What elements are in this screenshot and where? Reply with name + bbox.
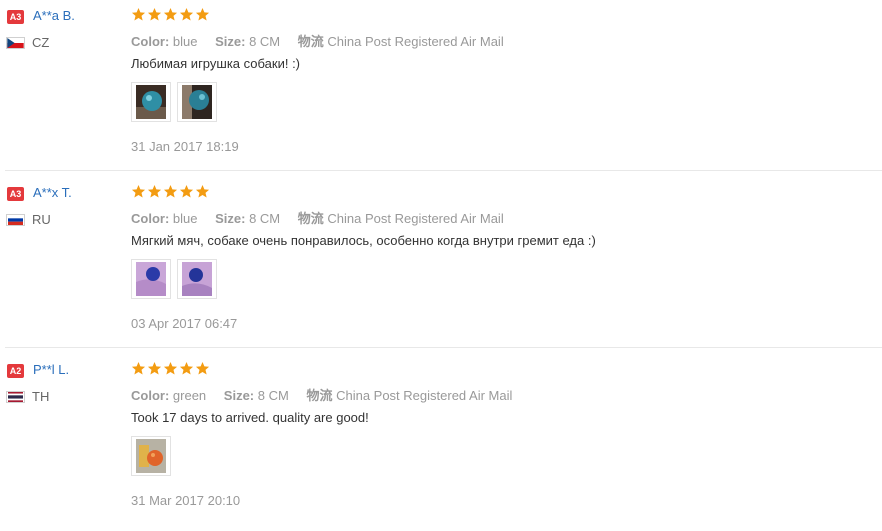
review-item: A3 A**x T. RU Color: blue Size: 8 CM 物流 … — [0, 177, 882, 354]
review-item: A2 P**l L. TH Color: green Size: 8 CM 物流… — [0, 354, 882, 531]
color-label: Color: — [131, 211, 170, 226]
review-photo-thumbnail[interactable] — [131, 82, 171, 122]
order-attributes: Color: blue Size: 8 CM 物流 China Post Reg… — [131, 31, 518, 50]
star-icon — [131, 184, 146, 198]
review-date: 03 Apr 2017 06:47 — [131, 316, 238, 331]
star-icon — [147, 184, 162, 198]
star-icon — [195, 7, 210, 21]
shipping-label: 物流 — [297, 211, 324, 226]
russia-flag-icon — [6, 214, 25, 226]
review-text: Took 17 days to arrived. quality are goo… — [131, 410, 369, 425]
order-attributes: Color: green Size: 8 CM 物流 China Post Re… — [131, 385, 526, 404]
color-value: blue — [172, 211, 198, 226]
review-divider — [5, 170, 882, 171]
size-label: Size: — [223, 388, 255, 403]
thailand-flag-icon — [6, 391, 25, 403]
color-label: Color: — [131, 388, 170, 403]
size-label: Size: — [215, 34, 246, 49]
review-date: 31 Mar 2017 20:10 — [131, 493, 241, 508]
star-rating — [131, 184, 210, 202]
review-photo-thumbnail[interactable] — [177, 259, 217, 299]
reviewer-country: CZ — [32, 35, 50, 50]
review-photos — [131, 436, 171, 476]
star-icon — [179, 184, 194, 198]
star-icon — [163, 7, 178, 21]
shipping-value: China Post Registered Air Mail — [336, 388, 513, 403]
star-icon — [131, 7, 146, 21]
buyer-level-badge: A2 — [7, 364, 24, 378]
review-photo-thumbnail[interactable] — [131, 259, 171, 299]
buyer-level-badge: A3 — [7, 10, 24, 24]
color-value: blue — [172, 34, 198, 49]
star-icon — [163, 184, 178, 198]
shipping-value: China Post Registered Air Mail — [327, 34, 504, 49]
color-value: green — [172, 388, 207, 403]
review-text: Любимая игрушка собаки! :) — [131, 56, 301, 71]
buyer-level-badge: A3 — [7, 187, 24, 201]
star-icon — [179, 361, 194, 375]
photo-image — [182, 85, 212, 119]
reviewer-name[interactable]: A**a B. — [33, 8, 75, 23]
size-value: 8 CM — [249, 211, 281, 226]
shipping-label: 物流 — [306, 388, 333, 403]
review-date: 31 Jan 2017 18:19 — [131, 139, 239, 154]
order-attributes: Color: blue Size: 8 CM 物流 China Post Reg… — [131, 208, 518, 227]
star-icon — [179, 7, 194, 21]
reviewer-country: RU — [32, 212, 51, 227]
star-icon — [195, 184, 210, 198]
review-text: Мягкий мяч, собаке очень понравилось, ос… — [131, 233, 596, 248]
star-icon — [163, 361, 178, 375]
reviewer-name[interactable]: A**x T. — [33, 185, 72, 200]
review-photo-thumbnail[interactable] — [131, 436, 171, 476]
star-icon — [131, 361, 146, 375]
star-icon — [195, 361, 210, 375]
photo-image — [136, 439, 166, 473]
star-rating — [131, 361, 210, 379]
reviewer-country: TH — [32, 389, 50, 404]
size-label: Size: — [215, 211, 246, 226]
shipping-value: China Post Registered Air Mail — [327, 211, 504, 226]
reviewer-name[interactable]: P**l L. — [33, 362, 69, 377]
color-label: Color: — [131, 34, 170, 49]
star-icon — [147, 7, 162, 21]
star-rating — [131, 7, 210, 25]
photo-image — [182, 262, 212, 296]
photo-image — [136, 262, 166, 296]
review-item: A3 A**a B. CZ Color: blue Size: 8 CM 物流 … — [0, 0, 882, 177]
review-photos — [131, 82, 217, 122]
czech-flag-icon — [6, 37, 25, 49]
review-photo-thumbnail[interactable] — [177, 82, 217, 122]
size-value: 8 CM — [257, 388, 289, 403]
shipping-label: 物流 — [297, 34, 324, 49]
review-photos — [131, 259, 217, 299]
star-icon — [147, 361, 162, 375]
photo-image — [136, 85, 166, 119]
size-value: 8 CM — [249, 34, 281, 49]
review-divider — [5, 347, 882, 348]
